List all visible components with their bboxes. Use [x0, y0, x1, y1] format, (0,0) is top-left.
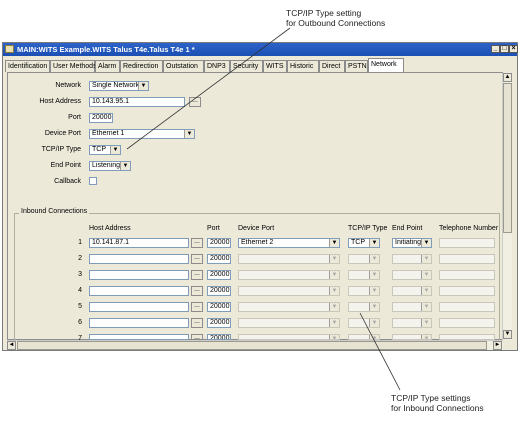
outbound-callout-line	[126, 27, 291, 150]
callout-lines	[126, 27, 401, 391]
inbound-callout-line	[359, 312, 401, 391]
